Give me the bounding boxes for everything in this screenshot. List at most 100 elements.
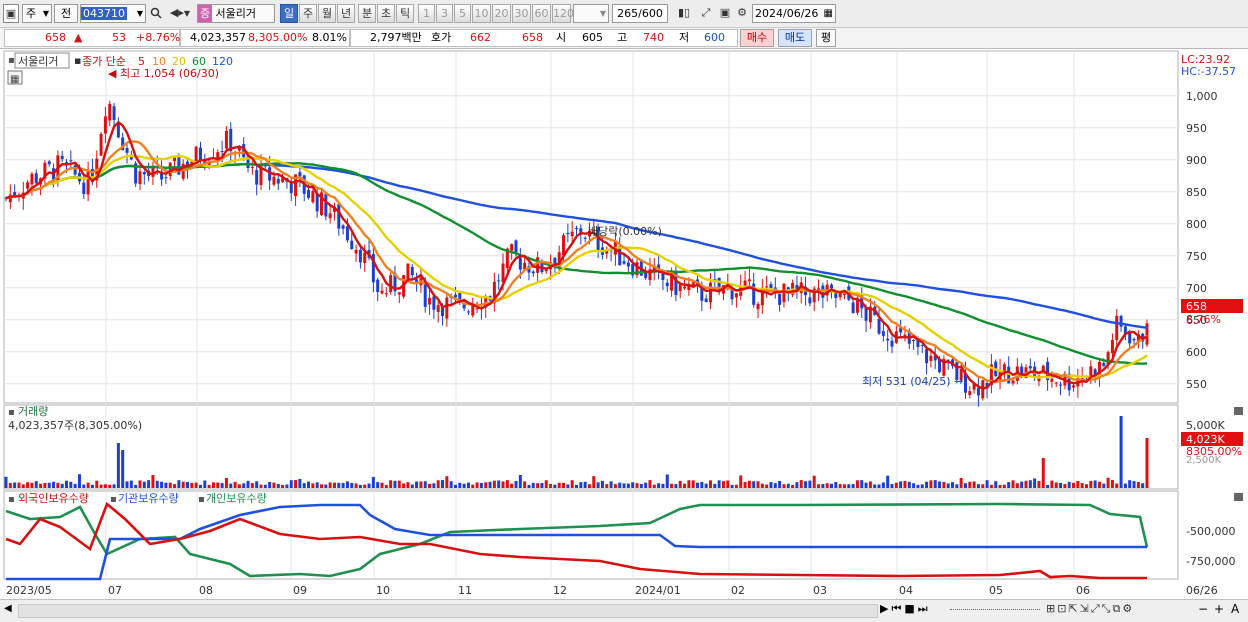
- volume-bar: [782, 484, 786, 488]
- bar-count-value: 265: [617, 7, 639, 20]
- zoom-in-icon[interactable]: +: [1214, 602, 1224, 616]
- holdings-y-tick: -750,000: [1186, 555, 1235, 568]
- x-axis-label: 03: [813, 584, 827, 597]
- speaker-icon[interactable]: ◀▸▼: [166, 4, 194, 23]
- volume-title[interactable]: 거래량: [18, 405, 48, 418]
- settings-gear-icon[interactable]: ⚙: [734, 4, 750, 23]
- save-icon[interactable]: ▣: [717, 4, 733, 23]
- candle-body: [808, 297, 812, 304]
- volume-bar: [229, 483, 233, 488]
- price-y-tick: 700: [1186, 282, 1207, 295]
- volume-bar: [1033, 478, 1037, 488]
- interval-3-button[interactable]: 3: [436, 4, 453, 23]
- period-second-tab[interactable]: 초: [377, 4, 395, 23]
- volume-bar: [1145, 438, 1149, 488]
- volume-bar: [1110, 480, 1114, 488]
- period-week-tab[interactable]: 주: [299, 4, 317, 23]
- candle-body: [1054, 382, 1058, 384]
- zoom-tools-icon[interactable]: ⊞⊡⇱⇲⤢⤡⧉⚙: [1046, 602, 1134, 616]
- zoom-slider[interactable]: [950, 609, 1040, 612]
- calendar-icon[interactable]: ▦: [824, 5, 833, 22]
- volume-bar: [268, 481, 272, 488]
- period-day-tab[interactable]: 일: [280, 4, 298, 23]
- open-label: 시: [556, 31, 567, 44]
- volume-bar: [501, 481, 505, 488]
- stock-chart[interactable]: ▪ 서울리거 ▪ 종가 단순 5 10 20 60 120 ◀ 최고 1,054…: [0, 49, 1248, 599]
- interval-1-button[interactable]: 1: [418, 4, 435, 23]
- zoom-out-icon[interactable]: −: [1198, 602, 1208, 616]
- foreign-holdings-legend[interactable]: 외국인보유수량: [18, 492, 89, 505]
- search-icon[interactable]: [148, 4, 164, 23]
- volume-bar: [613, 484, 617, 488]
- drawing-tool-icon[interactable]: ⤢: [696, 4, 716, 23]
- volume-bar: [324, 484, 328, 488]
- period-tick-tab[interactable]: 틱: [396, 4, 414, 23]
- candle-body: [1110, 340, 1114, 354]
- interval-20-button[interactable]: 20: [492, 4, 511, 23]
- price-y-tick: 1,000: [1186, 90, 1218, 103]
- bar-count-input[interactable]: 265/600: [612, 4, 668, 23]
- close-panel-icon[interactable]: [1234, 493, 1243, 501]
- candle-body: [665, 282, 669, 287]
- candle-body: [1028, 366, 1032, 369]
- volume-bar: [566, 484, 570, 488]
- interval-label: 10: [474, 7, 489, 20]
- panel-grip-icon: ▪: [8, 407, 15, 418]
- compare-button[interactable]: 전: [54, 4, 78, 23]
- candle-body: [1132, 339, 1136, 341]
- panel-grip-icon[interactable]: ▪: [8, 55, 15, 66]
- period-month-tab[interactable]: 월: [318, 4, 336, 23]
- volume-bar: [704, 483, 708, 488]
- interval-60-button[interactable]: 60: [532, 4, 551, 23]
- volume-bar: [527, 484, 531, 488]
- volume-bar: [799, 480, 803, 488]
- window-menu-icon[interactable]: ▣: [3, 4, 19, 23]
- playback-controls-icon[interactable]: ▶⏮■⏭: [880, 602, 931, 616]
- interval-30-button[interactable]: 30: [512, 4, 531, 23]
- close-panel-icon[interactable]: [1234, 407, 1243, 415]
- volume-bar: [644, 482, 648, 488]
- market-select[interactable]: 주 ▼: [22, 4, 52, 23]
- volume-bar: [713, 483, 717, 488]
- bar-count-total: /600: [638, 7, 663, 20]
- volume-bar: [367, 483, 371, 488]
- candle-style-icon[interactable]: ▮▯: [673, 4, 695, 23]
- sell-button[interactable]: 매도: [778, 29, 812, 47]
- scroll-track[interactable]: [18, 604, 878, 618]
- interval-120-button[interactable]: 120: [552, 4, 574, 23]
- volume-bar: [65, 480, 69, 488]
- volume-bar: [250, 483, 254, 488]
- panel-grip-icon: ▪: [198, 494, 205, 505]
- chart-scrollbar[interactable]: ◀ ▶⏮■⏭ ⊞⊡⇱⇲⤢⤡⧉⚙ − + A: [0, 599, 1248, 622]
- custom-interval-input[interactable]: ▼: [573, 4, 609, 23]
- stock-code-input[interactable]: 043710 ▼: [80, 4, 146, 23]
- volume-bar: [181, 481, 185, 488]
- candle-body: [194, 146, 198, 161]
- buy-button[interactable]: 매수: [740, 29, 774, 47]
- volume-bar: [1059, 482, 1063, 488]
- date-input[interactable]: 2024/06/26 ▦: [752, 4, 836, 23]
- chevron-down-icon[interactable]: ▼: [137, 5, 143, 22]
- institution-holdings-legend[interactable]: 기관보유수량: [118, 492, 179, 505]
- period-minute-tab[interactable]: 분: [358, 4, 376, 23]
- price-y-tick: 600: [1186, 346, 1207, 359]
- volume-bar: [881, 482, 885, 488]
- volume-bar: [946, 483, 950, 488]
- interval-10-button[interactable]: 10: [472, 4, 491, 23]
- volume-bar: [562, 482, 566, 488]
- evaluate-button[interactable]: 평: [816, 29, 836, 47]
- volume-bar: [307, 481, 311, 488]
- period-year-tab[interactable]: 년: [337, 4, 355, 23]
- font-size-icon[interactable]: A: [1231, 602, 1239, 616]
- individual-holdings-legend[interactable]: 개인보유수량: [206, 492, 267, 505]
- candle-body: [834, 292, 838, 299]
- volume-bar: [894, 482, 898, 488]
- interval-5-button[interactable]: 5: [454, 4, 471, 23]
- volume-bar: [618, 482, 622, 488]
- scroll-left-icon[interactable]: ◀: [4, 603, 12, 614]
- volume-bar: [717, 480, 721, 488]
- volume-bar: [1041, 458, 1045, 488]
- interval-label: 20: [494, 7, 509, 20]
- volume-panel[interactable]: [3, 404, 1179, 490]
- candle-body: [60, 155, 64, 159]
